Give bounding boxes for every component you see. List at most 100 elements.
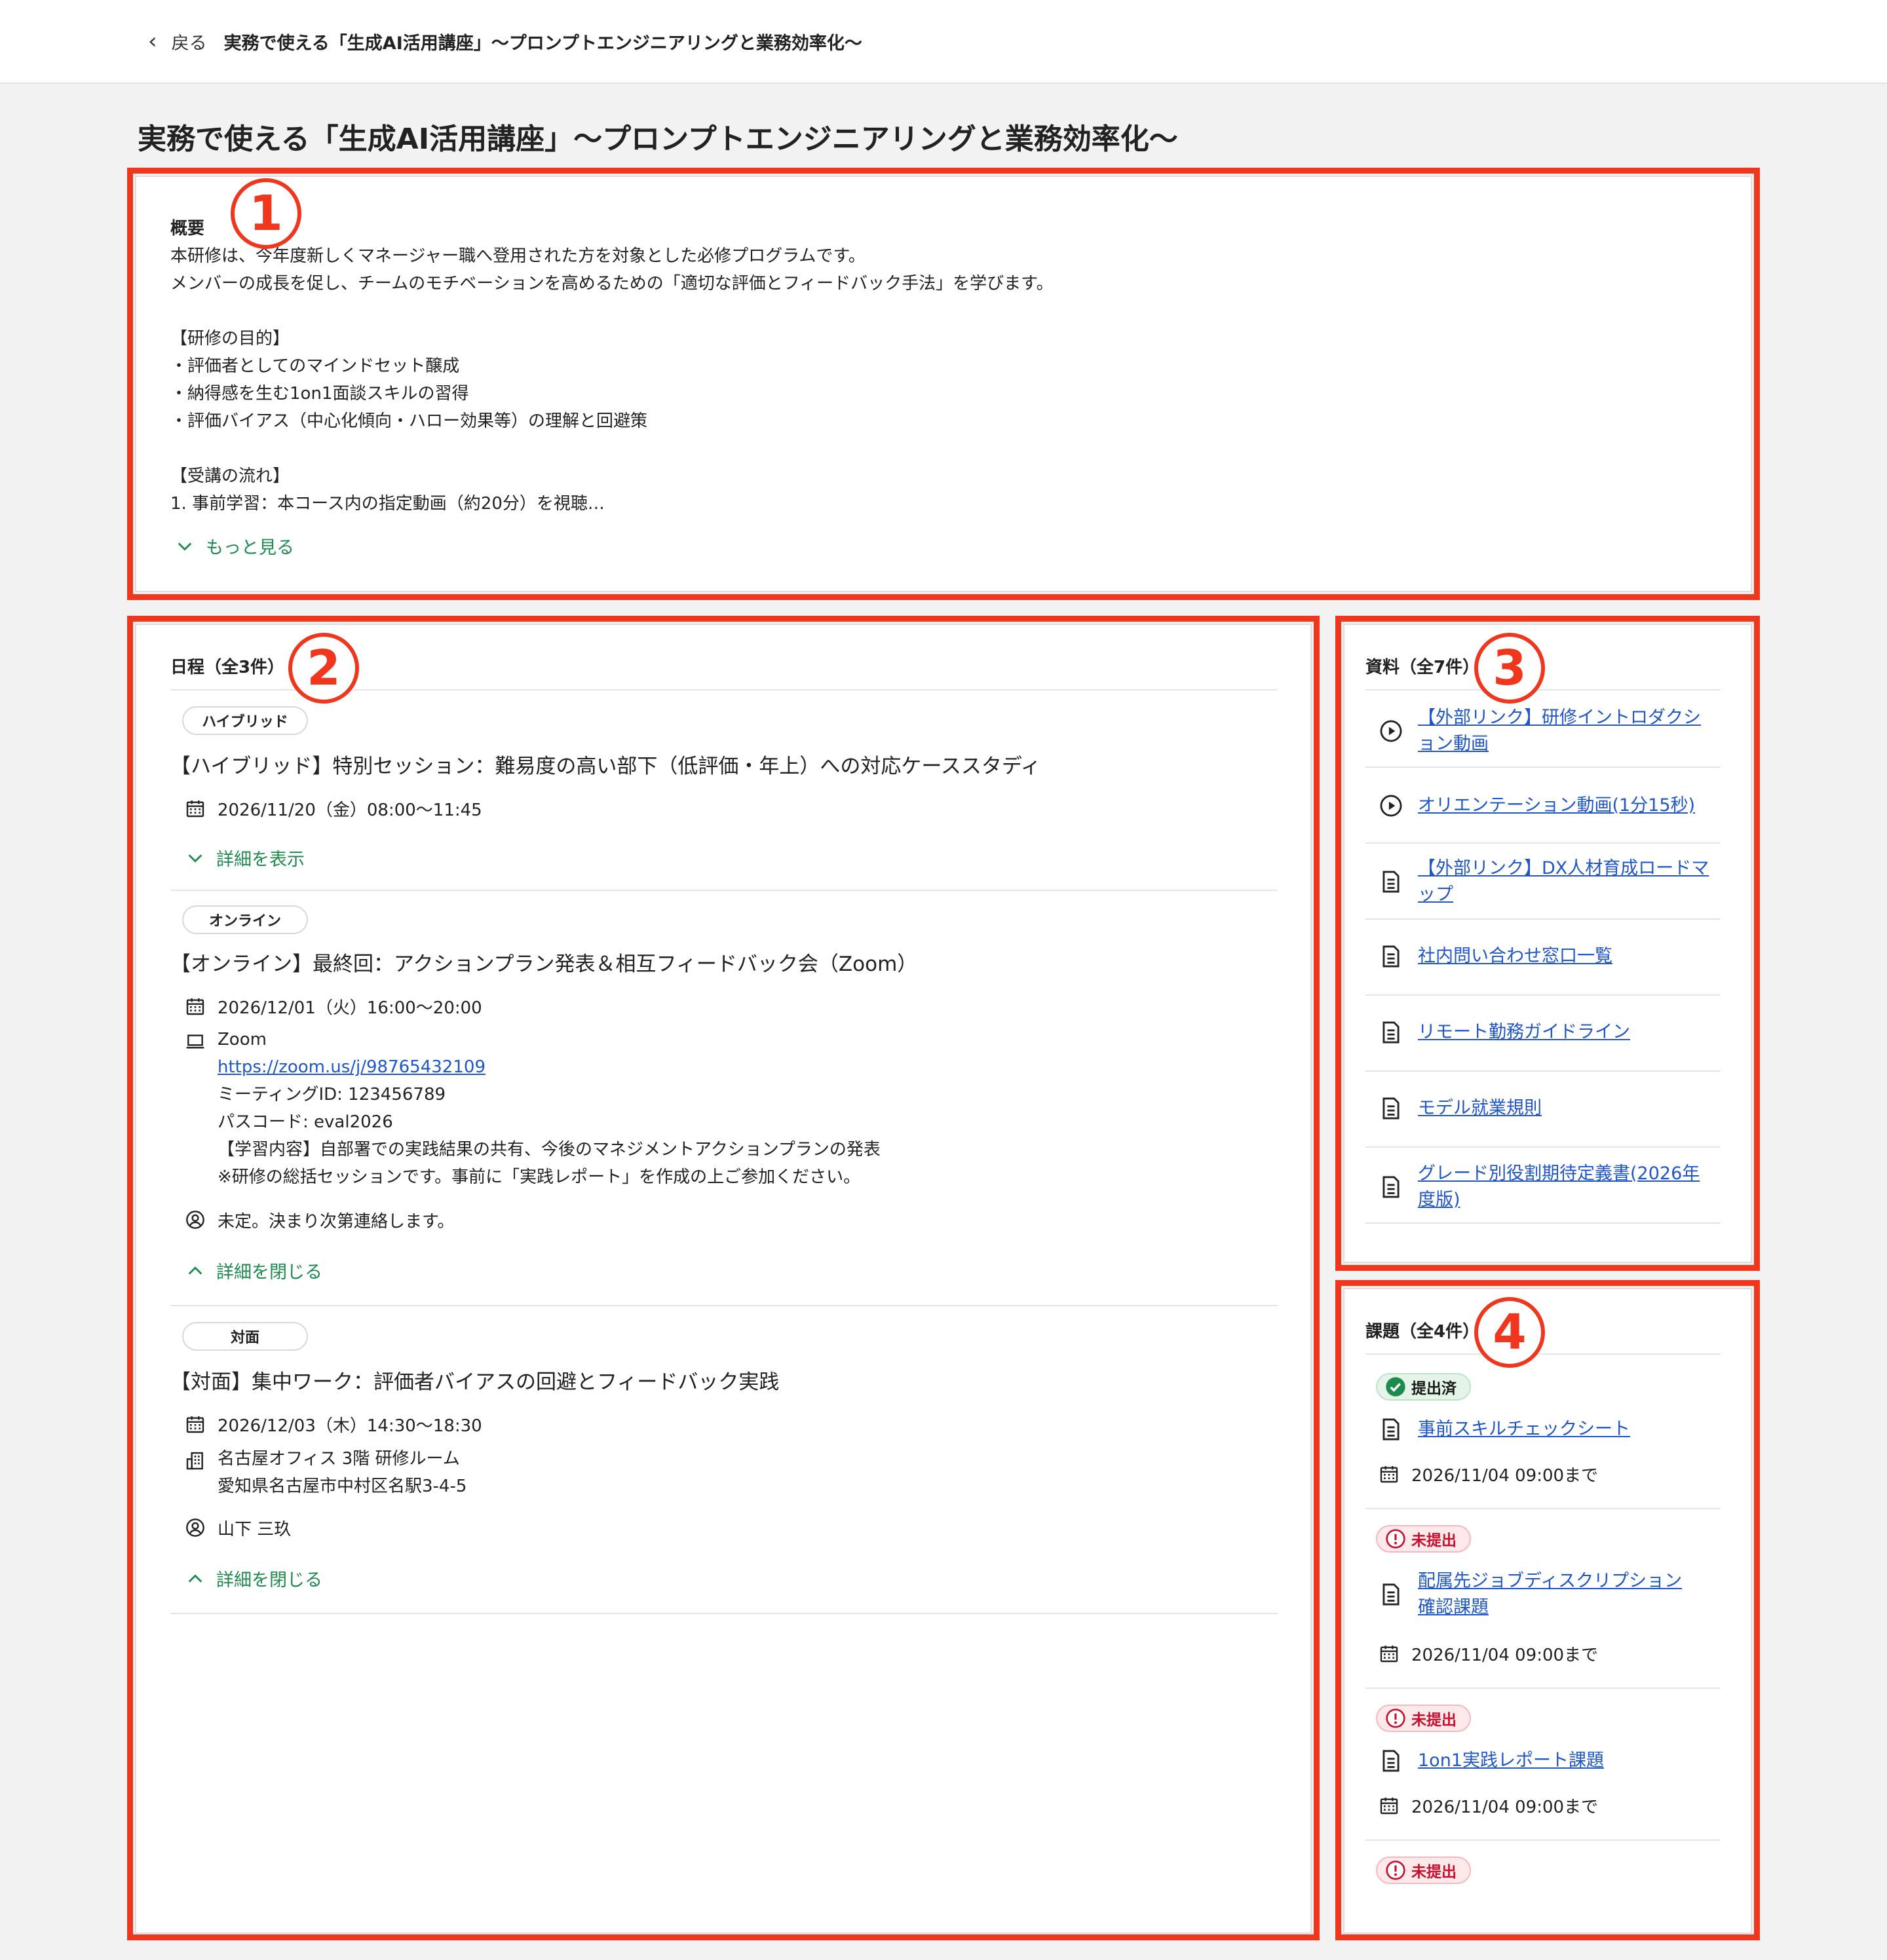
assignments-title: 課題（全4件） <box>1365 1322 1480 1342</box>
location-name: Zoom <box>218 1030 267 1049</box>
user-icon <box>185 1209 206 1230</box>
event-location: Zoom https://zoom.us/j/98765432109 ミーティン… <box>185 1030 881 1191</box>
assignment-item[interactable]: 事前スキルチェックシート <box>1379 1416 1630 1442</box>
page-title: 実務で使える「生成AI活用講座」〜プロンプトエンジニアリングと業務効率化〜 <box>138 122 1178 156</box>
chevron-up-icon <box>186 1262 204 1280</box>
assignment-link[interactable]: 1on1実践レポート課題 <box>1418 1748 1604 1774</box>
alert-circle-icon <box>1385 1860 1406 1881</box>
assignment-item[interactable]: 配属先ジョブディスクリプション 確認課題 <box>1379 1568 1682 1621</box>
divider <box>170 1613 1278 1614</box>
assignment-item[interactable]: 1on1実践レポート課題 <box>1379 1748 1604 1774</box>
event-type-tag: オンライン <box>182 905 308 934</box>
calendar-icon <box>185 1414 206 1435</box>
toggle-details-link[interactable]: 詳細を表示 <box>186 845 305 871</box>
building-icon <box>185 1450 206 1471</box>
show-more-link[interactable]: もっと見る <box>176 533 294 559</box>
event-datetime-text: 2026/11/20（金）08:00〜11:45 <box>218 801 482 820</box>
assignment-due: 2026/11/04 09:00まで <box>1379 1462 1598 1486</box>
materials-title: 資料（全7件） <box>1365 658 1480 677</box>
document-icon <box>1379 1096 1403 1121</box>
divider <box>1365 1146 1721 1148</box>
learning-content: 【学習内容】自部署での実践結果の共有、今後のマネジメントアクションプランの発表 <box>218 1140 881 1159</box>
material-link[interactable]: 社内問い合わせ窓口一覧 <box>1418 943 1612 970</box>
divider <box>1365 689 1721 690</box>
calendar-icon <box>185 996 206 1017</box>
event-datetime: 2026/11/20（金）08:00〜11:45 <box>185 797 482 821</box>
material-link[interactable]: 【外部リンク】研修イントロダクシ ョン動画 <box>1418 705 1701 757</box>
assignment-due: 2026/11/04 09:00まで <box>1379 1642 1598 1666</box>
material-item[interactable]: リモート勤務ガイドライン <box>1379 1019 1630 1046</box>
schedule-title: 日程（全3件） <box>170 658 285 677</box>
toggle-details-label: 詳細を表示 <box>216 850 305 870</box>
divider <box>1365 1070 1721 1072</box>
assignment-link[interactable]: 事前スキルチェックシート <box>1418 1416 1630 1442</box>
material-item[interactable]: 社内問い合わせ窓口一覧 <box>1379 943 1612 970</box>
passcode: パスコード: eval2026 <box>218 1112 393 1132</box>
event-instructor: 山下 三玖 <box>185 1516 291 1540</box>
divider <box>1365 842 1721 844</box>
event-title: 【オンライン】最終回：アクションプラン発表＆相互フィードバック会（Zoom） <box>170 952 918 976</box>
due-date: 2026/11/04 09:00まで <box>1411 1466 1599 1486</box>
breadcrumb: 実務で使える「生成AI活用講座」〜プロンプトエンジニアリングと業務効率化〜 <box>223 33 862 54</box>
material-item[interactable]: グレード別役割期待定義書(2026年 度版) <box>1379 1161 1700 1213</box>
chevron-up-icon <box>186 1570 204 1588</box>
alert-circle-icon <box>1385 1528 1406 1549</box>
material-link[interactable]: リモート勤務ガイドライン <box>1418 1019 1630 1046</box>
event-datetime: 2026/12/03（木）14:30〜18:30 <box>185 1412 482 1437</box>
status-badge: 未提出 <box>1376 1705 1471 1732</box>
document-icon <box>1379 1417 1403 1442</box>
overview-panel: 概要 本研修は、今年度新しくマネージャー職へ登用された方を対象とした必修プログラ… <box>135 176 1752 592</box>
event-datetime-text: 2026/12/03（木）14:30〜18:30 <box>218 1416 482 1436</box>
meeting-id: ミーティングID: 123456789 <box>218 1085 446 1104</box>
toggle-details-link[interactable]: 詳細を閉じる <box>186 1566 322 1591</box>
event-datetime: 2026/12/01（火）16:00〜20:00 <box>185 994 482 1019</box>
event-instructor: 未定。決まり次第連絡します。 <box>185 1208 454 1232</box>
divider <box>170 890 1278 891</box>
material-link[interactable]: モデル就業規則 <box>1418 1095 1542 1121</box>
instructor-name: 山下 三玖 <box>218 1520 292 1539</box>
divider <box>1365 994 1721 996</box>
material-link[interactable]: グレード別役割期待定義書(2026年 度版) <box>1418 1161 1700 1213</box>
session-note: ※研修の総括セッションです。事前に「実践レポート」を作成の上ご参加ください。 <box>218 1167 861 1187</box>
material-item[interactable]: モデル就業規則 <box>1379 1095 1542 1121</box>
chevron-down-icon <box>176 537 194 556</box>
calendar-icon <box>185 798 206 819</box>
calendar-icon <box>1379 1643 1400 1664</box>
document-icon <box>1379 944 1403 969</box>
show-more-label: もっと見る <box>206 538 294 558</box>
back-label: 戻る <box>171 33 207 54</box>
material-item[interactable]: 【外部リンク】研修イントロダクシ ョン動画 <box>1379 705 1701 757</box>
material-link[interactable]: オリエンテーション動画(1分15秒) <box>1418 793 1695 819</box>
annotation-number: 4 <box>1474 1297 1545 1368</box>
material-link[interactable]: 【外部リンク】DX人材育成ロードマ ップ <box>1418 856 1709 908</box>
toggle-details-label: 詳細を閉じる <box>216 1570 322 1591</box>
schedule-panel: 日程（全3件） ハイブリッド 【ハイブリッド】特別セッション：難易度の高い部下（… <box>135 624 1312 1934</box>
calendar-icon <box>1379 1463 1400 1484</box>
material-item[interactable]: 【外部リンク】DX人材育成ロードマ ップ <box>1379 856 1709 908</box>
document-icon <box>1379 1582 1403 1607</box>
status-label: 未提出 <box>1411 1864 1457 1881</box>
laptop-icon <box>185 1031 206 1052</box>
zoom-link[interactable]: https://zoom.us/j/98765432109 <box>218 1053 881 1081</box>
event-location: 名古屋オフィス 3階 研修ルーム 愛知県名古屋市中村区名駅3-4-5 <box>185 1449 467 1500</box>
divider <box>1365 1353 1721 1355</box>
material-item[interactable]: オリエンテーション動画(1分15秒) <box>1379 793 1695 819</box>
status-label: 提出済 <box>1411 1380 1457 1397</box>
document-icon <box>1379 1748 1403 1773</box>
assignment-link[interactable]: 配属先ジョブディスクリプション 確認課題 <box>1418 1568 1682 1621</box>
status-badge: 未提出 <box>1376 1525 1471 1553</box>
toggle-details-link[interactable]: 詳細を閉じる <box>186 1258 322 1283</box>
divider <box>1365 1839 1721 1841</box>
document-icon <box>1379 1175 1403 1199</box>
event-title: 【対面】集中ワーク：評価者バイアスの回避とフィードバック実践 <box>170 1370 780 1394</box>
back-button[interactable]: ‹ 戻る <box>148 29 207 54</box>
place-name: 名古屋オフィス 3階 研修ルーム <box>218 1449 460 1469</box>
divider <box>170 1305 1278 1306</box>
instructor-name: 未定。決まり次第連絡します。 <box>218 1212 455 1232</box>
event-location-details: Zoom https://zoom.us/j/98765432109 ミーティン… <box>218 1026 881 1191</box>
divider <box>1365 766 1721 768</box>
status-badge: 提出済 <box>1376 1373 1471 1401</box>
alert-circle-icon <box>1385 1708 1406 1729</box>
status-label: 未提出 <box>1411 1532 1457 1549</box>
event-datetime-text: 2026/12/01（火）16:00〜20:00 <box>218 998 482 1018</box>
